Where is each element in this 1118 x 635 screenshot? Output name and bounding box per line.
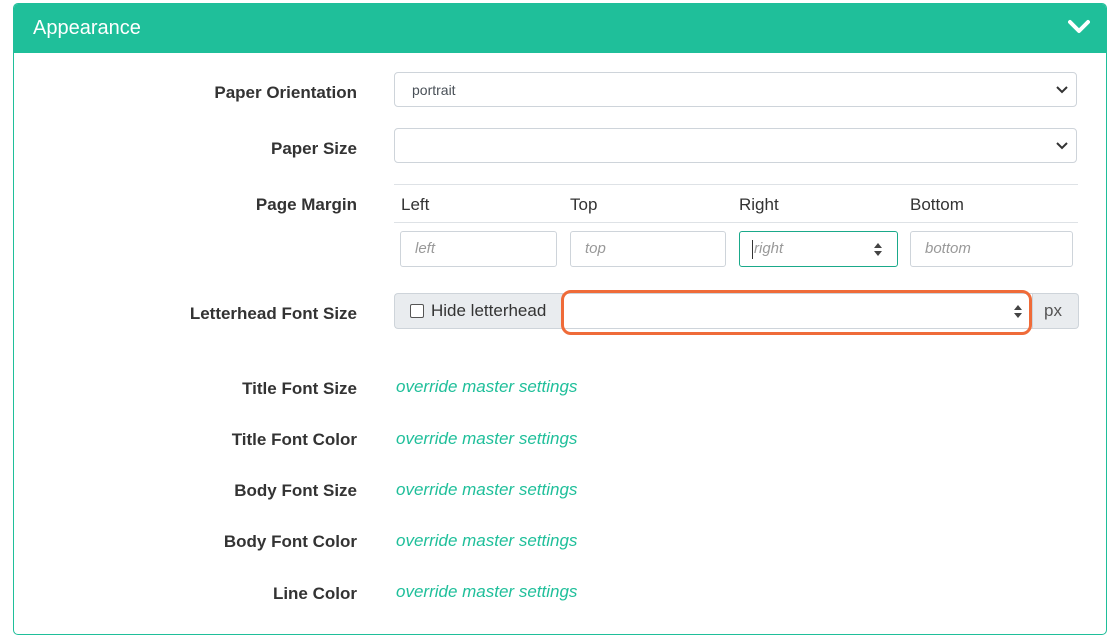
line-color-override-link[interactable]: override master settings xyxy=(396,582,577,602)
body-font-size-label: Body Font Size xyxy=(234,481,357,500)
title-font-color-label: Title Font Color xyxy=(231,430,357,449)
margin-col-left: Left xyxy=(401,195,430,214)
line-color-label: Line Color xyxy=(272,584,357,603)
margin-right-input[interactable]: right xyxy=(739,231,898,267)
focus-highlight xyxy=(561,290,1032,335)
panel-header[interactable]: Appearance xyxy=(14,4,1106,53)
paper-orientation-select[interactable]: portrait xyxy=(394,72,1077,107)
margin-top-input[interactable]: top xyxy=(570,231,726,267)
page-margin-label: Page Margin xyxy=(255,195,357,214)
paper-orientation-label: Paper Orientation xyxy=(214,83,357,102)
paper-size-label: Paper Size xyxy=(271,139,357,158)
px-unit-label: px xyxy=(1044,301,1062,320)
panel-title: Appearance xyxy=(33,17,141,39)
hide-letterhead-checkbox[interactable] xyxy=(410,304,424,318)
appearance-panel: Appearance Paper Orientation portrait Pa… xyxy=(13,3,1107,635)
margin-col-right: Right xyxy=(739,195,779,214)
spinner-icon[interactable] xyxy=(873,242,883,257)
margin-col-bottom: Bottom xyxy=(910,195,964,214)
margin-top-placeholder: top xyxy=(585,240,606,257)
body-font-color-label: Body Font Color xyxy=(223,532,357,551)
margin-col-top: Top xyxy=(570,195,598,214)
margin-left-input[interactable]: left xyxy=(400,231,557,267)
letterhead-font-size-label: Letterhead Font Size xyxy=(189,304,357,323)
chevron-down-icon xyxy=(1056,142,1068,150)
margin-bottom-input[interactable]: bottom xyxy=(910,231,1073,267)
margin-left-placeholder: left xyxy=(415,240,436,257)
margin-table-header-border xyxy=(394,222,1078,223)
title-font-size-label: Title Font Size xyxy=(242,379,357,398)
text-cursor xyxy=(752,240,753,259)
chevron-down-icon xyxy=(1056,86,1068,94)
hide-letterhead-label[interactable]: Hide letterhead xyxy=(431,301,546,321)
margin-bottom-placeholder: bottom xyxy=(925,240,971,257)
paper-size-select[interactable] xyxy=(394,128,1077,163)
title-font-size-override-link[interactable]: override master settings xyxy=(396,377,577,397)
body-font-size-override-link[interactable]: override master settings xyxy=(396,480,577,500)
margin-table-top-border xyxy=(394,184,1078,185)
body-font-color-override-link[interactable]: override master settings xyxy=(396,531,577,551)
paper-orientation-value: portrait xyxy=(412,82,456,98)
chevron-down-icon[interactable] xyxy=(1068,18,1090,36)
px-unit-addon: px xyxy=(1033,293,1079,329)
margin-right-placeholder: right xyxy=(754,240,784,257)
title-font-color-override-link[interactable]: override master settings xyxy=(396,429,577,449)
hide-letterhead-addon: Hide letterhead xyxy=(394,293,562,329)
